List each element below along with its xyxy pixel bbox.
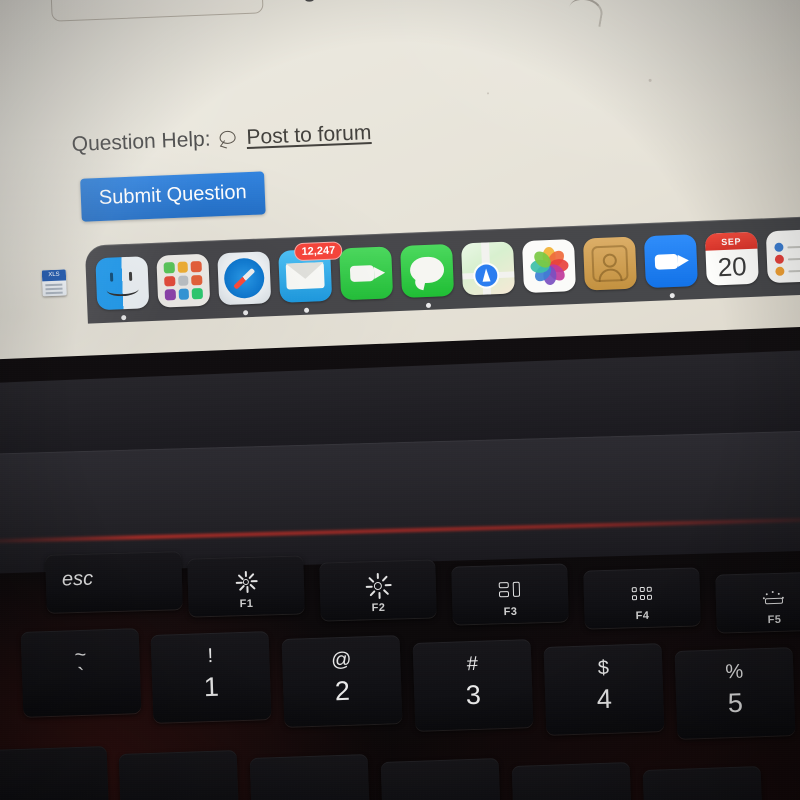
key-f4-label: F4 bbox=[635, 609, 650, 623]
dock-item-safari[interactable] bbox=[217, 251, 272, 316]
dock-item-calendar[interactable]: SEP 20 bbox=[704, 231, 759, 286]
zoom-icon bbox=[643, 234, 698, 289]
reminders-icon bbox=[765, 229, 800, 284]
key-bottom-row-partial[interactable] bbox=[380, 757, 502, 800]
key-backtick-base: ` bbox=[77, 662, 86, 689]
key-three[interactable]: # 3 bbox=[412, 639, 534, 731]
dock-item-zoom[interactable] bbox=[643, 234, 698, 299]
speech-bubble-icon bbox=[219, 130, 238, 147]
key-four-symbol: $ bbox=[597, 656, 610, 680]
answer-input[interactable] bbox=[49, 0, 264, 22]
contacts-icon bbox=[582, 236, 637, 291]
laptop-keyboard: esc F1 F2 F3 F4 F5 ~ ` ! 1 @ 2 # 3 $ 4 %… bbox=[0, 540, 800, 800]
key-f5[interactable]: F5 bbox=[715, 571, 800, 633]
calendar-day: 20 bbox=[717, 250, 748, 282]
calendar-icon: SEP 20 bbox=[704, 231, 759, 286]
running-indicator bbox=[243, 310, 249, 316]
brightness-down-icon bbox=[235, 570, 258, 593]
key-f2[interactable]: F2 bbox=[319, 559, 437, 621]
dust-speck bbox=[648, 78, 652, 82]
key-one-symbol: ! bbox=[207, 644, 214, 668]
launchpad-grid-icon bbox=[631, 586, 653, 601]
question-help-label: Question Help: bbox=[71, 127, 212, 157]
maps-icon bbox=[461, 241, 516, 296]
macos-dock[interactable]: 12,247 SEP 20 bbox=[84, 215, 800, 324]
dock-item-maps[interactable] bbox=[461, 241, 516, 296]
running-indicator bbox=[303, 307, 310, 313]
submit-question-button[interactable]: Submit Question bbox=[80, 171, 266, 222]
desktop-file-icon[interactable]: XLS bbox=[41, 269, 67, 297]
finder-icon bbox=[95, 256, 150, 311]
unit-label: degrees Celcius bbox=[274, 0, 454, 5]
browser-page: d) What is that converted to Celcius? de… bbox=[0, 0, 800, 362]
running-indicator bbox=[669, 293, 675, 299]
key-f1-label: F1 bbox=[239, 597, 254, 611]
key-two[interactable]: @ 2 bbox=[281, 635, 403, 727]
photos-icon bbox=[521, 239, 577, 294]
dock-item-launchpad[interactable] bbox=[156, 253, 211, 308]
brightness-up-icon bbox=[365, 572, 392, 599]
running-indicator bbox=[425, 302, 432, 308]
dock-item-mail[interactable]: 12,247 bbox=[278, 241, 343, 313]
key-bottom-row-partial[interactable] bbox=[249, 753, 371, 800]
key-f3[interactable]: F3 bbox=[451, 563, 569, 625]
key-f4[interactable]: F4 bbox=[583, 567, 701, 629]
mail-unread-badge: 12,247 bbox=[294, 241, 343, 262]
dock-item-reminders[interactable] bbox=[765, 229, 800, 284]
keyboard-backlight-icon bbox=[762, 590, 785, 605]
key-five-base: 5 bbox=[727, 687, 744, 719]
key-f5-label: F5 bbox=[767, 613, 782, 627]
key-f1[interactable]: F1 bbox=[187, 555, 305, 617]
pen-mark-artifact bbox=[566, 0, 605, 28]
key-one[interactable]: ! 1 bbox=[150, 631, 272, 723]
key-five-symbol: % bbox=[725, 660, 744, 684]
mission-control-icon bbox=[498, 581, 521, 598]
post-to-forum-link[interactable]: Post to forum bbox=[246, 121, 372, 150]
safari-icon bbox=[217, 251, 272, 306]
key-three-base: 3 bbox=[465, 679, 482, 711]
key-bottom-row-partial[interactable] bbox=[642, 765, 764, 800]
key-two-base: 2 bbox=[334, 675, 351, 707]
key-bottom-row-partial[interactable] bbox=[511, 761, 633, 800]
key-esc-label: esc bbox=[61, 567, 94, 591]
key-one-base: 1 bbox=[203, 671, 220, 703]
question-help-row: Question Help: Post to forum bbox=[71, 121, 372, 157]
key-esc[interactable]: esc bbox=[45, 551, 183, 613]
answer-row: degrees Celcius bbox=[49, 0, 455, 22]
dock-item-finder[interactable] bbox=[95, 256, 150, 321]
running-indicator bbox=[121, 315, 127, 321]
facetime-icon bbox=[339, 246, 394, 301]
dock-item-photos[interactable] bbox=[521, 239, 577, 294]
key-f3-label: F3 bbox=[503, 605, 518, 619]
key-two-symbol: @ bbox=[330, 648, 352, 672]
dock-item-facetime[interactable] bbox=[339, 246, 394, 301]
key-bottom-row-partial[interactable] bbox=[0, 745, 110, 800]
key-four[interactable]: $ 4 bbox=[543, 643, 665, 735]
key-three-symbol: # bbox=[466, 652, 479, 676]
dust-speck bbox=[486, 92, 490, 95]
dock-item-messages[interactable] bbox=[400, 243, 455, 308]
key-five[interactable]: % 5 bbox=[674, 647, 796, 739]
screenshot-root: d) What is that converted to Celcius? de… bbox=[0, 0, 800, 800]
key-backtick[interactable]: ~ ` bbox=[20, 628, 142, 717]
key-four-base: 4 bbox=[596, 683, 613, 715]
key-bottom-row-partial[interactable] bbox=[118, 749, 240, 800]
key-f2-label: F2 bbox=[371, 601, 386, 615]
desktop-file-label: XLS bbox=[48, 271, 60, 279]
dock-item-contacts[interactable] bbox=[582, 236, 637, 291]
launchpad-icon bbox=[156, 253, 211, 308]
messages-icon bbox=[400, 243, 455, 298]
